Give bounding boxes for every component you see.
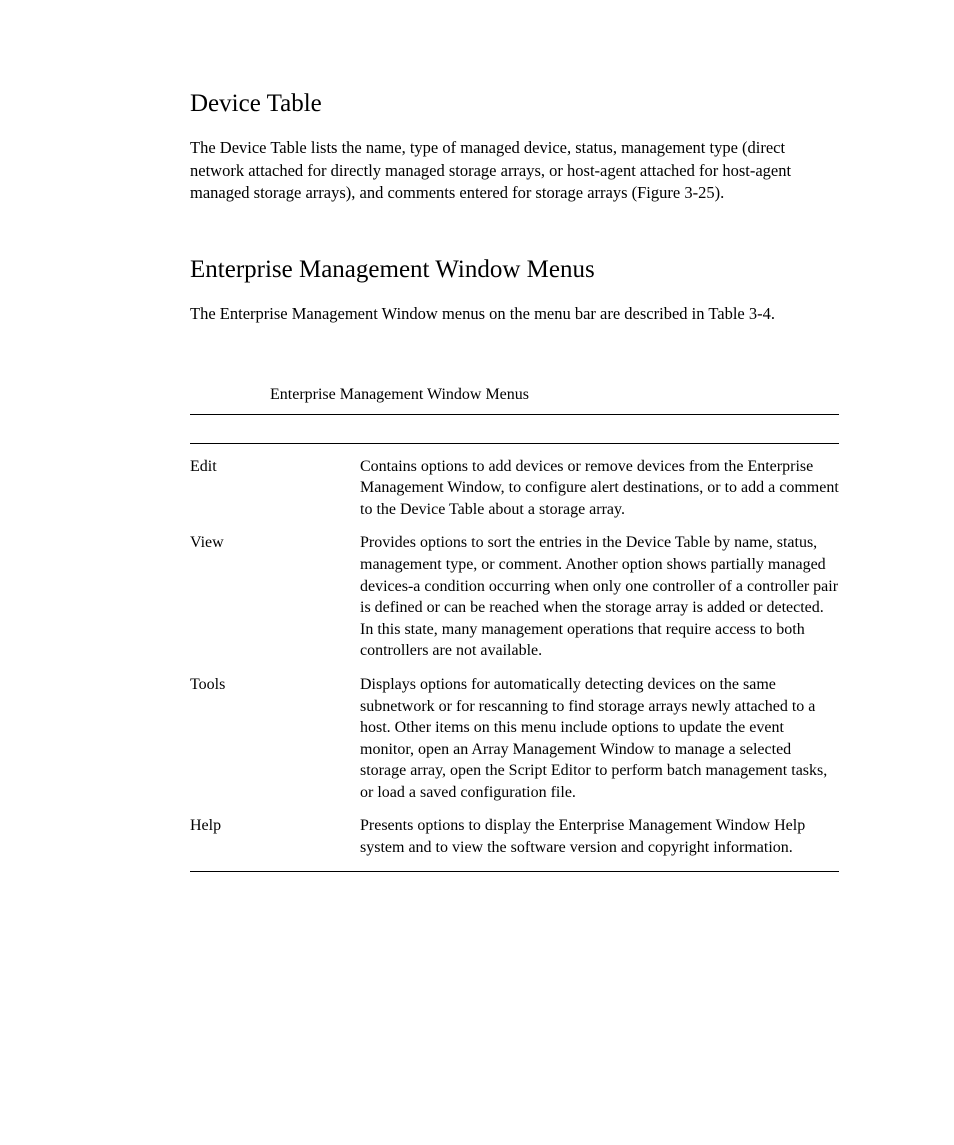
menus-table: Edit Contains options to add devices or … xyxy=(190,443,839,872)
table-row: Edit Contains options to add devices or … xyxy=(190,443,839,526)
menu-description-cell: Displays options for automatically detec… xyxy=(360,668,839,810)
menu-name-cell: Tools xyxy=(190,668,360,810)
section-heading-emw-menus: Enterprise Management Window Menus xyxy=(190,254,839,285)
section-heading-device-table: Device Table xyxy=(190,88,839,119)
menu-description-cell: Provides options to sort the entries in … xyxy=(360,526,839,668)
menu-name-cell: Edit xyxy=(190,443,360,526)
section-paragraph-emw-menus: The Enterprise Management Window menus o… xyxy=(190,303,839,325)
table-caption: Enterprise Management Window Menus xyxy=(270,386,839,404)
menu-description-cell: Contains options to add devices or remov… xyxy=(360,443,839,526)
menu-name-cell: Help xyxy=(190,809,360,871)
table-row: View Provides options to sort the entrie… xyxy=(190,526,839,668)
table-top-rule xyxy=(190,414,839,415)
table-row: Help Presents options to display the Ent… xyxy=(190,809,839,871)
page-content: Device Table The Device Table lists the … xyxy=(0,0,954,872)
menu-description-cell: Presents options to display the Enterpri… xyxy=(360,809,839,871)
section-paragraph-device-table: The Device Table lists the name, type of… xyxy=(190,137,839,204)
table-row: Tools Displays options for automatically… xyxy=(190,668,839,810)
menu-name-cell: View xyxy=(190,526,360,668)
